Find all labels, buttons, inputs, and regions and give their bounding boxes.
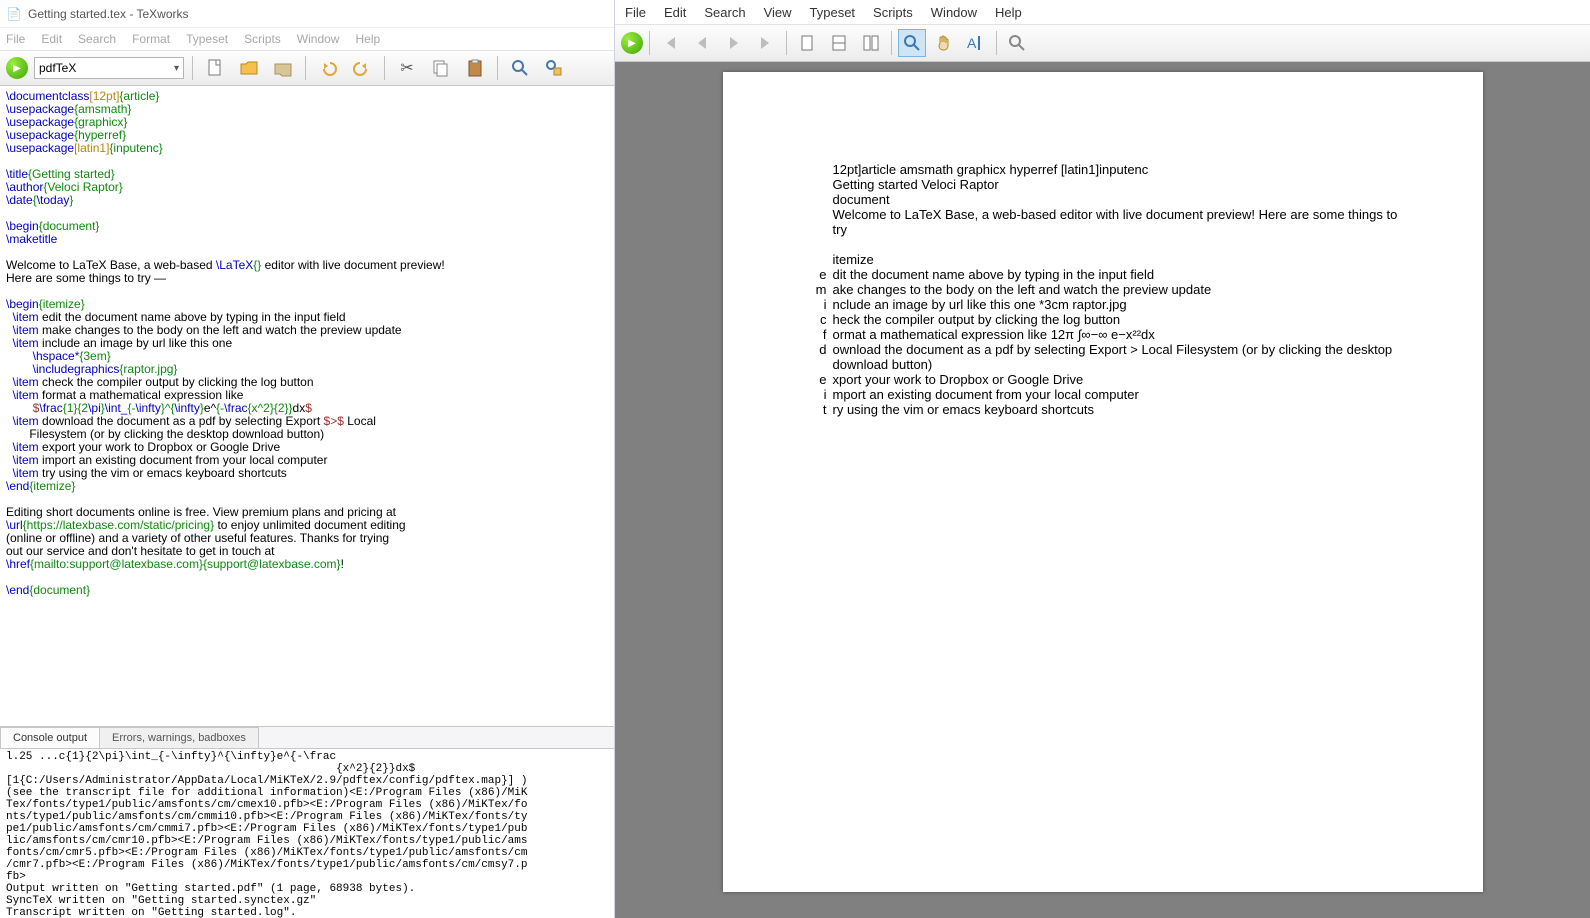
menu-scripts[interactable]: Scripts	[244, 32, 281, 46]
next-page-button[interactable]	[720, 29, 748, 57]
editor-titlebar: 📄 Getting started.tex - TeXworks	[0, 0, 614, 28]
save-file-button[interactable]	[269, 54, 297, 82]
editor-toolbar: ▶ pdfTeX ▾ ✂	[0, 50, 614, 86]
menu-typeset[interactable]: Typeset	[810, 5, 856, 20]
separator	[891, 31, 892, 55]
text-select-button[interactable]: A	[962, 29, 990, 57]
separator	[192, 56, 193, 80]
paste-button[interactable]	[461, 54, 489, 82]
redo-button[interactable]	[348, 54, 376, 82]
fit-width-button[interactable]	[825, 29, 853, 57]
preview-menubar: File Edit Search View Typeset Scripts Window He…	[615, 0, 1590, 24]
separator	[786, 31, 787, 55]
source-editor[interactable]: \documentclass[12pt]{article}\usepackage…	[0, 86, 614, 726]
undo-button[interactable]	[314, 54, 342, 82]
menu-edit[interactable]: Edit	[41, 32, 62, 46]
menu-scripts[interactable]: Scripts	[873, 5, 913, 20]
log-tabbar: Console output Errors, warnings, badboxe…	[0, 726, 614, 748]
menu-typeset[interactable]: Typeset	[186, 32, 228, 46]
separator	[996, 31, 997, 55]
menu-search[interactable]: Search	[78, 32, 116, 46]
menu-format[interactable]: Format	[132, 32, 170, 46]
preview-window: File Edit Search View Typeset Scripts Window He…	[615, 0, 1590, 918]
engine-value: pdfTeX	[39, 61, 76, 75]
first-page-button[interactable]	[656, 29, 684, 57]
menu-view[interactable]: View	[764, 5, 792, 20]
editor-menubar: File Edit Search Format Typeset Scripts Window…	[0, 28, 614, 50]
menu-window[interactable]: Window	[931, 5, 977, 20]
window-title: Getting started.tex - TeXworks	[28, 7, 189, 21]
preview-toolbar: ▶ A	[615, 24, 1590, 62]
menu-file[interactable]: File	[6, 32, 25, 46]
menu-search[interactable]: Search	[704, 5, 745, 20]
separator	[305, 56, 306, 80]
editor-window: 📄 Getting started.tex - TeXworks File Edi…	[0, 0, 615, 918]
app-icon: 📄	[6, 6, 22, 22]
zoom-tool-button[interactable]	[898, 29, 926, 57]
separator	[384, 56, 385, 80]
engine-select[interactable]: pdfTeX ▾	[34, 57, 184, 79]
tab-errors-warnings[interactable]: Errors, warnings, badboxes	[99, 727, 259, 748]
actual-size-button[interactable]	[857, 29, 885, 57]
menu-window[interactable]: Window	[297, 32, 340, 46]
pdf-page: 12pt]article amsmath graphicx hyperref […	[723, 72, 1483, 892]
chevron-down-icon: ▾	[174, 63, 179, 74]
fit-page-button[interactable]	[793, 29, 821, 57]
separator	[497, 56, 498, 80]
tab-console-output[interactable]: Console output	[0, 727, 100, 748]
menu-help[interactable]: Help	[995, 5, 1022, 20]
cut-button[interactable]: ✂	[393, 54, 421, 82]
last-page-button[interactable]	[752, 29, 780, 57]
svg-text:A: A	[967, 35, 977, 51]
console-output[interactable]: l.25 ...c{1}{2\pi}\int_{-\infty}^{\infty…	[0, 748, 614, 918]
replace-button[interactable]	[540, 54, 568, 82]
find-in-pdf-button[interactable]	[1003, 29, 1031, 57]
menu-edit[interactable]: Edit	[664, 5, 686, 20]
pdf-viewport[interactable]: 12pt]article amsmath graphicx hyperref […	[615, 62, 1590, 918]
search-button[interactable]	[506, 54, 534, 82]
open-file-button[interactable]	[235, 54, 263, 82]
prev-page-button[interactable]	[688, 29, 716, 57]
copy-button[interactable]	[427, 54, 455, 82]
separator	[649, 31, 650, 55]
typeset-button[interactable]: ▶	[621, 32, 643, 54]
menu-help[interactable]: Help	[355, 32, 380, 46]
new-file-button[interactable]	[201, 54, 229, 82]
typeset-button[interactable]: ▶	[6, 57, 28, 79]
menu-file[interactable]: File	[625, 5, 646, 20]
hand-tool-button[interactable]	[930, 29, 958, 57]
